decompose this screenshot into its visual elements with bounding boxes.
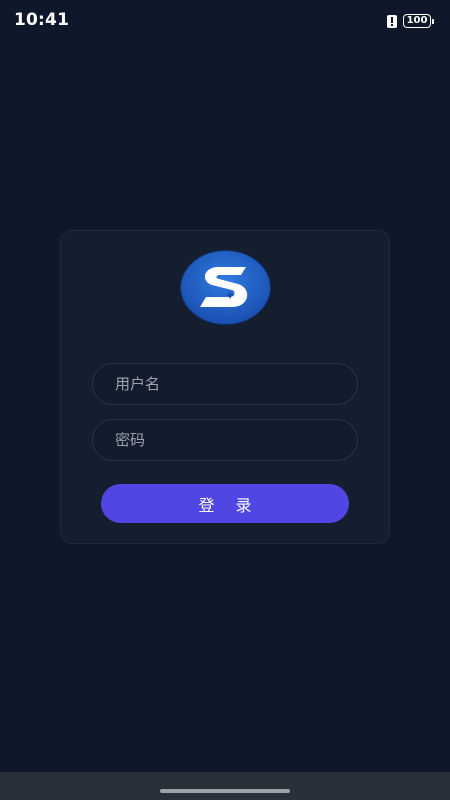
status-time: 10:41 bbox=[14, 10, 70, 30]
password-field-container bbox=[92, 419, 358, 461]
battery-icon: 100 bbox=[403, 14, 434, 28]
status-bar: 10:41 100 bbox=[0, 0, 450, 40]
username-field-container bbox=[92, 363, 358, 405]
battery-level: 100 bbox=[403, 14, 431, 28]
status-icons: 100 bbox=[387, 12, 434, 30]
s-logo-icon bbox=[180, 250, 271, 325]
battery-tip bbox=[432, 18, 434, 24]
username-input[interactable] bbox=[93, 364, 357, 404]
navigation-bar bbox=[0, 772, 450, 800]
alert-icon bbox=[387, 14, 397, 28]
login-button[interactable]: 登 录 bbox=[101, 484, 349, 523]
login-card: 登 录 bbox=[60, 230, 390, 544]
home-indicator[interactable] bbox=[160, 789, 290, 793]
password-input[interactable] bbox=[93, 420, 357, 460]
